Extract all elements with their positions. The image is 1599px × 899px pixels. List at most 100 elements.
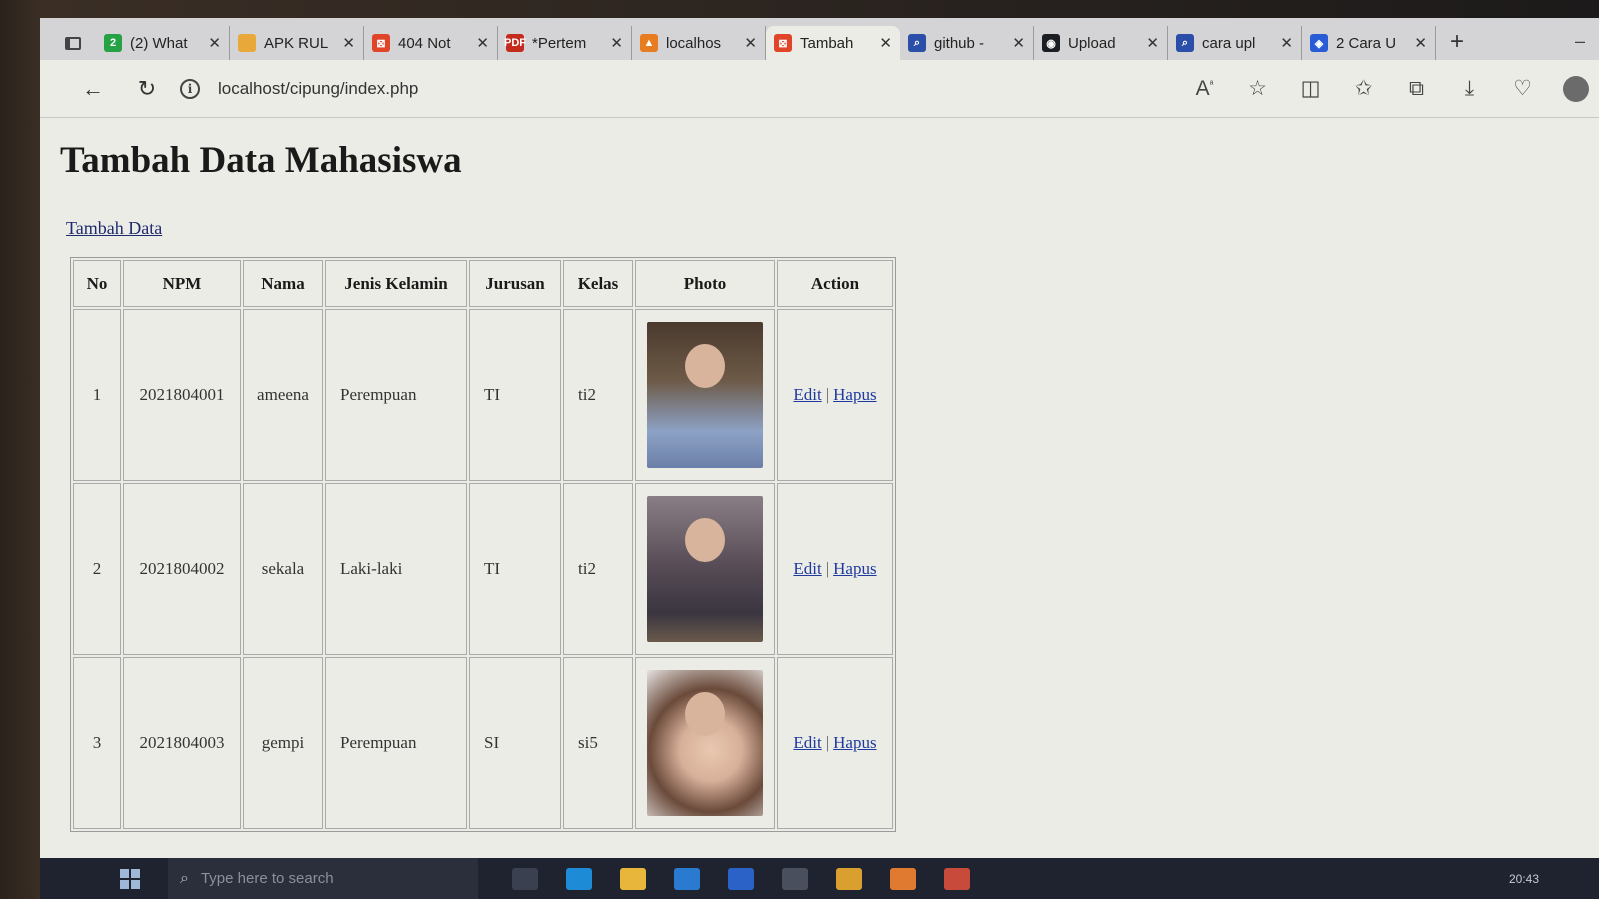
students-table: No NPM Nama Jenis Kelamin Jurusan Kelas Photo A…	[70, 257, 896, 832]
page-title: Tambah Data Mahasiswa	[60, 140, 462, 181]
store-icon[interactable]	[728, 867, 754, 890]
tab-actions-icon	[65, 36, 81, 50]
address-bar[interactable]: i localhost/cipung/index.php	[180, 71, 1100, 107]
cell-jurusan: SI	[469, 657, 561, 829]
close-icon[interactable]: ✕	[208, 34, 221, 52]
reload-button[interactable]: ↻	[120, 76, 174, 102]
cell-kelas: si5	[563, 657, 633, 829]
column-header: Jurusan	[469, 260, 561, 307]
site-icon: ◈	[1310, 34, 1328, 52]
split-screen-icon[interactable]: ◫	[1284, 76, 1337, 101]
close-icon[interactable]: ✕	[476, 34, 489, 52]
app-icon[interactable]	[782, 867, 808, 890]
file-explorer-icon[interactable]	[620, 867, 646, 890]
close-icon[interactable]: ✕	[879, 34, 892, 52]
cell-npm: 2021804002	[123, 483, 241, 655]
cell-no: 2	[73, 483, 121, 655]
url-text[interactable]: localhost/cipung/index.php	[218, 79, 418, 99]
cell-photo	[635, 657, 775, 829]
mail-icon[interactable]	[674, 867, 700, 890]
collections-icon[interactable]: ⧉	[1390, 77, 1443, 101]
edge-icon[interactable]	[566, 867, 592, 890]
browser-tab[interactable]: ◉ Upload ✕	[1034, 26, 1168, 60]
browser-tab[interactable]: ⊠ Tambah ✕	[766, 26, 900, 60]
downloads-icon[interactable]: ⤓	[1443, 77, 1496, 101]
cell-action: Edit | Hapus	[777, 657, 893, 829]
cell-nama: ameena	[243, 309, 323, 481]
chrome-icon[interactable]	[836, 867, 862, 890]
table-row: 3 2021804003 gempi Perempuan SI si5 Edit | Hapus	[73, 657, 893, 829]
column-header: Action	[777, 260, 893, 307]
start-button[interactable]	[120, 868, 140, 889]
delete-link[interactable]: Hapus	[833, 385, 876, 404]
cell-no: 3	[73, 657, 121, 829]
pdf-icon: PDF	[504, 34, 526, 52]
column-header: Photo	[635, 260, 775, 307]
edit-link[interactable]: Edit	[793, 733, 821, 752]
close-icon[interactable]: ✕	[1012, 34, 1025, 52]
tab-label: cara upl	[1202, 34, 1256, 52]
profile-avatar[interactable]	[1563, 75, 1589, 102]
browser-tab[interactable]: APK RUL ✕	[230, 26, 364, 60]
column-header: Jenis Kelamin	[325, 260, 467, 307]
browser-essentials-icon[interactable]: ♡	[1496, 76, 1549, 101]
cell-kelas: ti2	[563, 309, 633, 481]
os-taskbar: ⌕ Type here to search 20:43	[40, 858, 1599, 899]
browser-tab[interactable]: ⌕ github - ✕	[900, 26, 1034, 60]
read-aloud-icon[interactable]: Aᵃ	[1178, 77, 1231, 101]
edit-link[interactable]: Edit	[793, 559, 821, 578]
taskbar-clock: 20:43	[1508, 871, 1539, 886]
close-icon[interactable]: ✕	[610, 34, 623, 52]
taskbar-apps	[498, 867, 984, 890]
google-drive-icon	[238, 34, 256, 52]
action-separator: |	[825, 559, 830, 578]
browser-tab[interactable]: ◈ 2 Cara U ✕	[1302, 26, 1436, 60]
edit-link[interactable]: Edit	[793, 385, 821, 404]
browser-tab[interactable]: PDF *Pertem ✕	[498, 26, 632, 60]
close-icon[interactable]: ✕	[1280, 34, 1293, 52]
cell-action: Edit | Hapus	[777, 309, 893, 481]
cell-action: Edit | Hapus	[777, 483, 893, 655]
column-header: Nama	[243, 260, 323, 307]
close-icon[interactable]: ✕	[1146, 34, 1159, 52]
cell-jenis-kelamin: Perempuan	[325, 657, 467, 829]
search-icon: ⌕	[1176, 34, 1194, 52]
new-tab-button[interactable]: +	[1436, 26, 1478, 60]
cell-npm: 2021804003	[123, 657, 241, 829]
action-separator: |	[825, 385, 830, 404]
browser-tab[interactable]: ⌕ cara upl ✕	[1168, 26, 1302, 60]
search-icon: ⌕	[908, 34, 926, 52]
cell-nama: sekala	[243, 483, 323, 655]
column-header: No	[73, 260, 121, 307]
favorites-icon[interactable]: ✩	[1337, 76, 1390, 101]
tab-label: 2 Cara U	[1336, 34, 1397, 52]
site-info-icon[interactable]: i	[180, 78, 200, 99]
close-icon[interactable]: ✕	[744, 34, 757, 52]
delete-link[interactable]: Hapus	[833, 559, 876, 578]
whatsapp-icon: 2	[104, 34, 122, 52]
browser-tab[interactable]: 2 (2) What ✕	[96, 26, 230, 60]
close-icon[interactable]: ✕	[1414, 34, 1427, 52]
minimize-icon[interactable]: –	[1575, 26, 1599, 60]
browser-tab[interactable]: ⊠ 404 Not ✕	[364, 26, 498, 60]
add-data-link[interactable]: Tambah Data	[66, 218, 162, 239]
favorite-star-icon[interactable]: ☆	[1231, 76, 1284, 101]
monitor-screen: 2 (2) What ✕ APK RUL ✕ ⊠ 404 Not ✕ PDF *Pertem ✕ ▲ l…	[40, 18, 1599, 899]
tab-actions-button[interactable]	[50, 26, 96, 60]
student-photo	[647, 670, 763, 816]
tab-label: 404 Not	[398, 34, 451, 52]
xampp-taskbar-icon[interactable]	[944, 867, 970, 890]
browser-tab[interactable]: ▲ localhos ✕	[632, 26, 766, 60]
close-icon[interactable]: ✕	[342, 34, 355, 52]
tab-label: Upload	[1068, 34, 1116, 52]
delete-link[interactable]: Hapus	[833, 733, 876, 752]
cell-photo	[635, 483, 775, 655]
tab-label: APK RUL	[264, 34, 329, 52]
cell-jenis-kelamin: Perempuan	[325, 309, 467, 481]
taskbar-search-placeholder: Type here to search	[200, 870, 334, 887]
student-photo	[647, 322, 763, 468]
app-icon-2[interactable]	[890, 867, 916, 890]
task-view-icon[interactable]	[512, 867, 538, 890]
back-button[interactable]: ←	[66, 76, 120, 102]
taskbar-search[interactable]: ⌕ Type here to search	[168, 858, 478, 899]
